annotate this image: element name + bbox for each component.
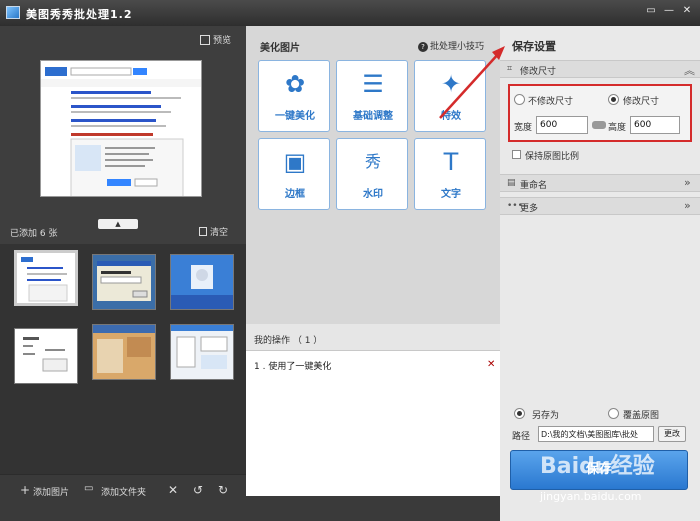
watermark-url: jingyan.baidu.com: [540, 490, 642, 503]
watermark-logo: Baidu经验: [540, 454, 655, 479]
annotation-arrow: [439, 46, 505, 119]
